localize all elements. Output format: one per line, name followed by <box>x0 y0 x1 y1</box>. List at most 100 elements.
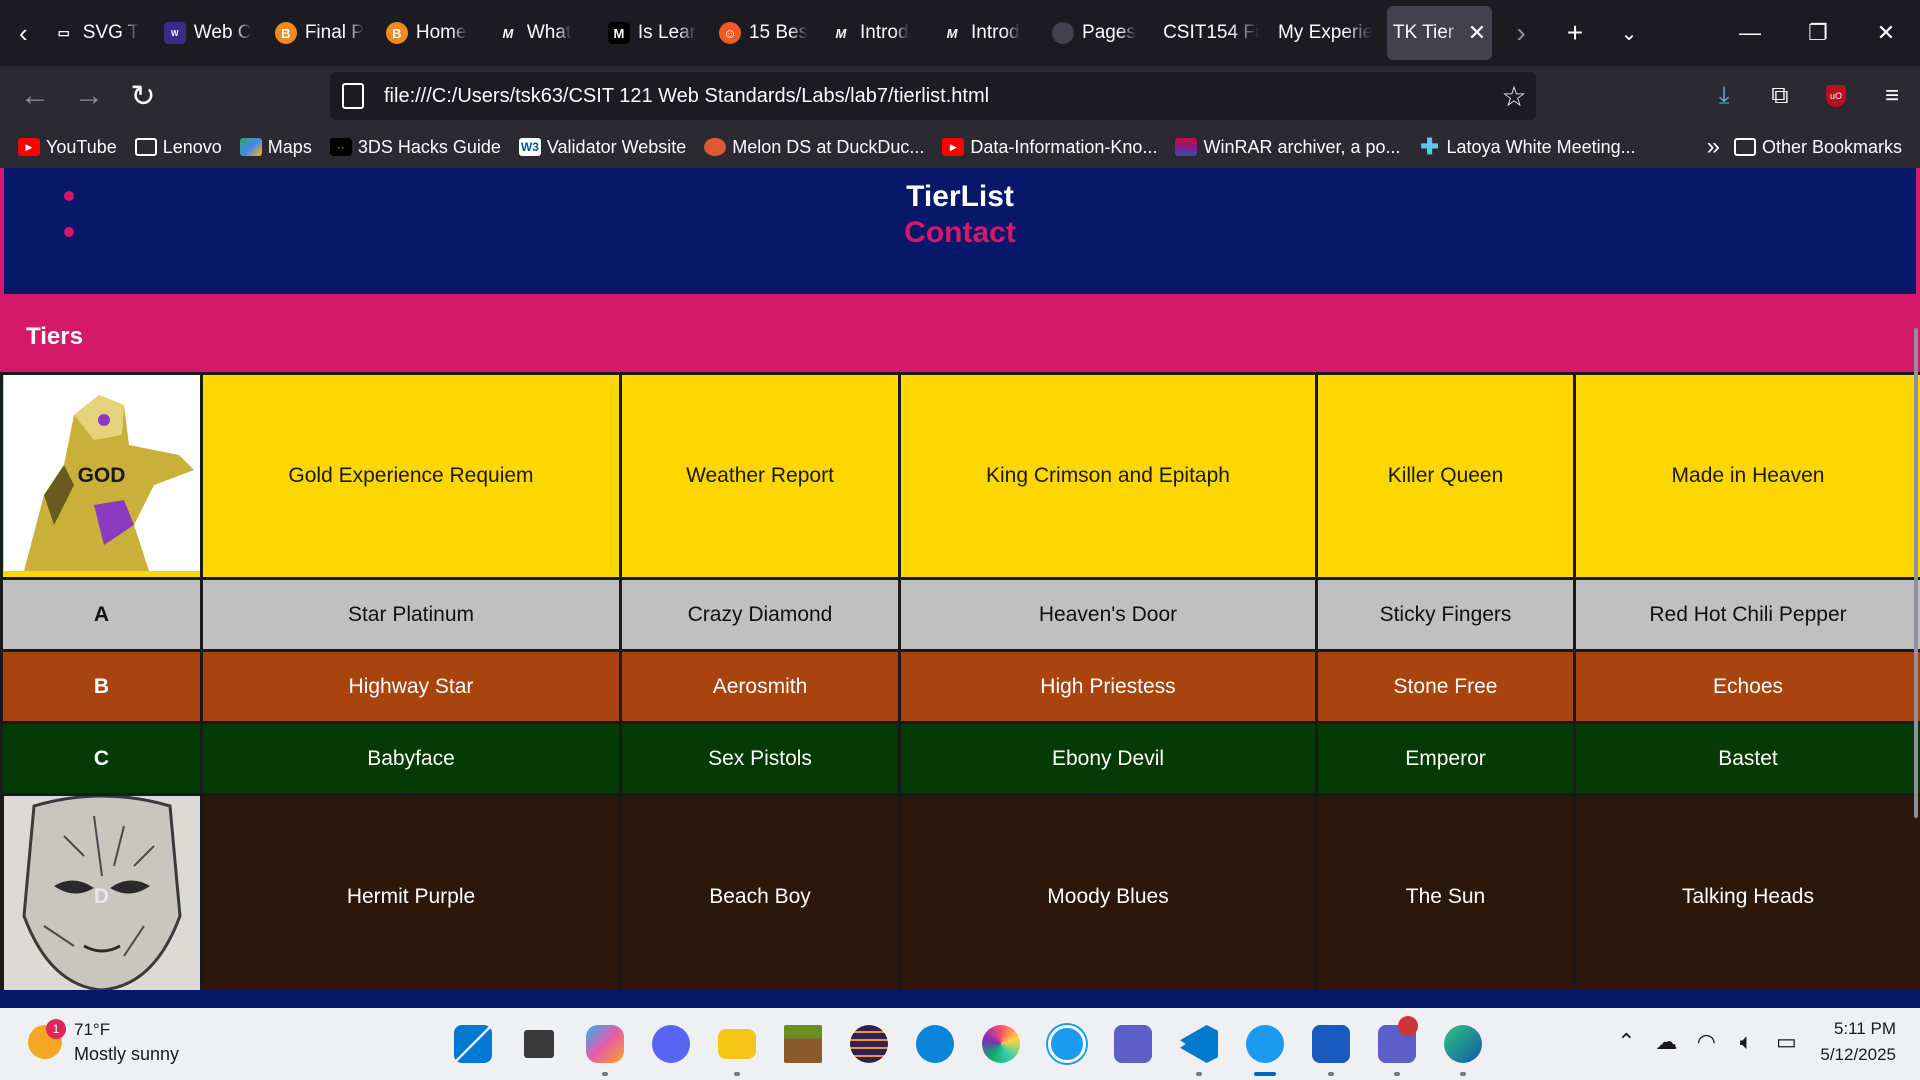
tab[interactable]: CSIT154 Fi <box>1157 6 1270 60</box>
chevron-up-icon[interactable]: ⌃ <box>1606 1029 1646 1055</box>
tier-item: Killer Queen <box>1315 372 1576 580</box>
tier-item: Stone Free <box>1315 649 1576 724</box>
tab[interactable]: ▭ SVG T <box>47 6 156 60</box>
tab-label: My Experie <box>1277 22 1374 43</box>
bookmark-maps[interactable]: Maps <box>239 137 312 158</box>
close-icon[interactable]: ✕ <box>1466 20 1488 46</box>
tab-scroll-left-button[interactable]: ‹ <box>0 0 47 66</box>
cloud-sync-icon[interactable]: ☁ <box>1646 1029 1686 1055</box>
tier-label: C <box>0 721 203 796</box>
tab[interactable]: ☺ 15 Bes <box>713 6 822 60</box>
tiers-heading: Tiers <box>0 298 1920 372</box>
tab[interactable]: M Is Lear <box>602 6 711 60</box>
downloads-icon[interactable]: ⤓ <box>1696 66 1752 126</box>
tier-item: King Crimson and Epitaph <box>898 372 1318 580</box>
word-icon[interactable] <box>1298 1020 1364 1076</box>
tab[interactable]: B Final P <box>269 6 378 60</box>
more-bookmarks-chevron-icon[interactable]: » <box>1707 133 1720 161</box>
back-button[interactable]: ← <box>8 69 62 123</box>
copilot-icon[interactable] <box>572 1020 638 1076</box>
tier-label-cell: D <box>0 793 203 1001</box>
wifi-icon[interactable]: ◠ <box>1686 1029 1726 1055</box>
other-bookmarks[interactable]: Other Bookmarks <box>1733 136 1902 158</box>
restore-button[interactable]: ❐ <box>1784 0 1852 66</box>
bookmark-data-information[interactable]: ▶ Data-Information-Kno... <box>942 137 1157 158</box>
ublock-icon[interactable]: uO <box>1808 66 1864 126</box>
page-scrollbar[interactable] <box>1914 328 1918 818</box>
bookmark-star-icon[interactable]: ☆ <box>1492 80 1536 113</box>
bookmark-label: Data-Information-Kno... <box>970 136 1158 157</box>
clock-time: 5:11 PM <box>1833 1019 1896 1038</box>
page-icon: ▭ <box>57 25 70 40</box>
tab[interactable]: W Web C <box>158 6 267 60</box>
bookmark-label: Lenovo <box>162 136 222 157</box>
bookmark-3ds-hacks[interactable]: ·· 3DS Hacks Guide <box>329 137 501 158</box>
file-explorer-icon[interactable] <box>506 1020 572 1068</box>
volume-icon[interactable]: 🔈︎ <box>1726 1029 1766 1055</box>
browser-icon[interactable] <box>1232 1020 1298 1076</box>
tab-label: Pages <box>1082 22 1136 43</box>
weather-widget[interactable]: 1 71°F Mostly sunny <box>28 1018 179 1066</box>
toolbar-right: ⤓ ⧉ uO ≡ <box>1696 66 1920 126</box>
safari-icon[interactable] <box>1034 1020 1100 1068</box>
tier-item: Beach Boy <box>619 793 901 1001</box>
w3c-icon: W3 <box>518 138 541 156</box>
discord-icon[interactable] <box>638 1020 704 1068</box>
bookmark-lenovo[interactable]: Lenovo <box>134 136 222 158</box>
bookmark-latoya[interactable]: ✚ Latoya White Meeting... <box>1419 134 1636 159</box>
tier-label: B <box>0 649 203 724</box>
tier-item: Hermit Purple <box>200 793 622 1001</box>
tier-table: GOD Gold Experience Requiem Weather Repo… <box>0 372 1920 1001</box>
tab-label: What <box>526 22 572 43</box>
new-tab-button[interactable]: + <box>1548 0 1602 66</box>
minimize-button[interactable]: — <box>1716 0 1784 66</box>
windows-start-icon[interactable] <box>440 1020 506 1068</box>
extensions-icon[interactable]: ⧉ <box>1752 66 1808 126</box>
nav-link-tierlist[interactable]: TierList <box>4 180 1916 214</box>
stone-mask-image: D <box>4 797 199 997</box>
m-icon: M <box>835 25 847 41</box>
tab[interactable]: My Experie <box>1272 6 1385 60</box>
taskbar: 1 71°F Mostly sunny ⌃ ☁ ◠ 🔈︎ ▭ 5:11 PM 5… <box>0 1008 1920 1080</box>
tier-item: Sticky Fingers <box>1315 577 1576 652</box>
address-bar[interactable]: file:///C:/Users/tsk63/CSIT 121 Web Stan… <box>330 72 1536 120</box>
teams-icon[interactable] <box>1100 1020 1166 1068</box>
url-text[interactable]: file:///C:/Users/tsk63/CSIT 121 Web Stan… <box>384 85 1492 108</box>
folder-icon[interactable] <box>704 1020 770 1076</box>
tab[interactable]: B Home <box>380 6 489 60</box>
forward-button[interactable]: → <box>62 69 116 123</box>
maps-icon <box>239 138 262 156</box>
tabstrip-controls: › + ⌄ — ❐ ✕ <box>1494 0 1920 66</box>
bookmark-melonds[interactable]: Melon DS at DuckDuc... <box>704 137 924 158</box>
tab[interactable]: Pages <box>1046 6 1155 60</box>
mail-icon[interactable] <box>902 1020 968 1068</box>
bookmarks-toolbar: ▶ YouTube Lenovo Maps ·· 3DS Hacks Guide W… <box>0 126 1920 168</box>
edge-icon[interactable] <box>1430 1020 1496 1076</box>
bookmark-label: Latoya White Meeting... <box>1446 136 1636 157</box>
active-tab[interactable]: TK Tier ✕ <box>1386 6 1492 60</box>
battery-icon[interactable]: ▭ <box>1766 1029 1806 1055</box>
bookmark-label: Other Bookmarks <box>1761 136 1902 157</box>
tier-row-a: A Star Platinum Crazy Diamond Heaven's D… <box>0 577 1920 652</box>
vscode-icon[interactable] <box>1166 1020 1232 1076</box>
tab[interactable]: M What <box>491 6 600 60</box>
bookmark-youtube[interactable]: ▶ YouTube <box>18 137 117 158</box>
tab-scroll-right-button[interactable]: › <box>1494 0 1548 66</box>
3ds-icon: ·· <box>329 138 352 156</box>
bookmark-winrar[interactable]: WinRAR archiver, a po... <box>1175 137 1401 158</box>
teams-tk-icon[interactable] <box>1364 1016 1430 1076</box>
minecraft-icon[interactable] <box>770 1020 836 1068</box>
tier-item: Made in Heaven <box>1573 372 1920 580</box>
clock[interactable]: 5:11 PM 5/12/2025 <box>1820 1016 1896 1068</box>
tab-label: Web C <box>193 22 252 43</box>
bookmark-validator[interactable]: W3 Validator Website <box>518 137 686 158</box>
close-window-button[interactable]: ✕ <box>1852 0 1920 66</box>
nav-link-contact[interactable]: Contact <box>4 216 1916 250</box>
list-all-tabs-button[interactable]: ⌄ <box>1602 0 1656 66</box>
tab[interactable]: M Introd <box>935 6 1044 60</box>
tab[interactable]: M Introd <box>824 6 933 60</box>
paint-icon[interactable] <box>968 1020 1034 1068</box>
menu-icon[interactable]: ≡ <box>1864 66 1920 126</box>
reload-button[interactable]: ↻ <box>116 69 170 123</box>
eclipse-icon[interactable] <box>836 1020 902 1068</box>
